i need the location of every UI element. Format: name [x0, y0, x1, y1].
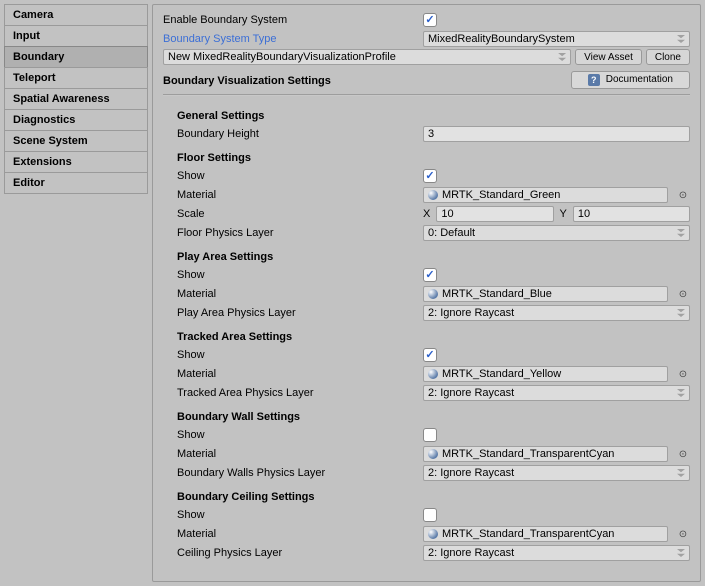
playarea-show-label: Show — [163, 269, 423, 281]
floor-scale-label: Scale — [163, 208, 423, 220]
wall-show-label: Show — [163, 429, 423, 441]
boundary-type-label[interactable]: Boundary System Type — [163, 33, 423, 45]
wall-material-value: MRTK_Standard_TransparentCyan — [442, 448, 614, 460]
floor-scale-y-input[interactable]: 10 — [573, 206, 690, 222]
enable-boundary-checkbox[interactable] — [423, 13, 437, 27]
floor-material-picker[interactable]: ⊙ — [676, 188, 690, 202]
ceiling-material-field[interactable]: MRTK_Standard_TransparentCyan — [423, 526, 668, 542]
ceiling-material-picker[interactable]: ⊙ — [676, 527, 690, 541]
help-icon: ? — [588, 74, 600, 86]
tracked-layer-dropdown[interactable]: 2: Ignore Raycast — [423, 385, 690, 401]
floor-material-value: MRTK_Standard_Green — [442, 189, 560, 201]
sidebar-item-boundary[interactable]: Boundary — [4, 46, 148, 67]
view-asset-button[interactable]: View Asset — [575, 49, 642, 65]
sidebar: Camera Input Boundary Teleport Spatial A… — [4, 4, 152, 582]
boundary-type-value: MixedRealityBoundarySystem — [428, 33, 575, 45]
floor-layer-label: Floor Physics Layer — [163, 227, 423, 239]
tracked-show-checkbox[interactable] — [423, 348, 437, 362]
ceiling-material-label: Material — [163, 528, 423, 540]
floor-scale-x-input[interactable]: 10 — [436, 206, 553, 222]
sidebar-item-diagnostics[interactable]: Diagnostics — [4, 109, 148, 130]
playarea-layer-label: Play Area Physics Layer — [163, 307, 423, 319]
ceiling-settings-header: Boundary Ceiling Settings — [163, 483, 690, 506]
wall-show-checkbox[interactable] — [423, 428, 437, 442]
tracked-material-field[interactable]: MRTK_Standard_Yellow — [423, 366, 668, 382]
clone-button[interactable]: Clone — [646, 49, 690, 65]
ceiling-layer-dropdown[interactable]: 2: Ignore Raycast — [423, 545, 690, 561]
general-settings-header: General Settings — [163, 102, 690, 125]
playarea-material-picker[interactable]: ⊙ — [676, 287, 690, 301]
playarea-material-field[interactable]: MRTK_Standard_Blue — [423, 286, 668, 302]
wall-layer-dropdown[interactable]: 2: Ignore Raycast — [423, 465, 690, 481]
floor-material-label: Material — [163, 189, 423, 201]
divider — [163, 94, 690, 96]
material-icon — [428, 369, 438, 379]
documentation-label: Documentation — [606, 74, 673, 85]
sidebar-item-editor[interactable]: Editor — [4, 172, 148, 194]
boundary-height-label: Boundary Height — [163, 128, 423, 140]
ceiling-show-label: Show — [163, 509, 423, 521]
sidebar-item-camera[interactable]: Camera — [4, 4, 148, 25]
main-panel: Enable Boundary System Boundary System T… — [152, 4, 701, 582]
material-icon — [428, 529, 438, 539]
playarea-show-checkbox[interactable] — [423, 268, 437, 282]
floor-show-checkbox[interactable] — [423, 169, 437, 183]
playarea-settings-header: Play Area Settings — [163, 243, 690, 266]
sidebar-item-input[interactable]: Input — [4, 25, 148, 46]
wall-material-picker[interactable]: ⊙ — [676, 447, 690, 461]
scale-y-label: Y — [560, 208, 567, 220]
wall-material-field[interactable]: MRTK_Standard_TransparentCyan — [423, 446, 668, 462]
tracked-material-value: MRTK_Standard_Yellow — [442, 368, 561, 380]
ceiling-layer-label: Ceiling Physics Layer — [163, 547, 423, 559]
floor-show-label: Show — [163, 170, 423, 182]
floor-layer-dropdown[interactable]: 0: Default — [423, 225, 690, 241]
tracked-material-picker[interactable]: ⊙ — [676, 367, 690, 381]
sidebar-item-extensions[interactable]: Extensions — [4, 151, 148, 172]
tracked-layer-label: Tracked Area Physics Layer — [163, 387, 423, 399]
sidebar-item-teleport[interactable]: Teleport — [4, 67, 148, 88]
tracked-material-label: Material — [163, 368, 423, 380]
ceiling-show-checkbox[interactable] — [423, 508, 437, 522]
wall-layer-label: Boundary Walls Physics Layer — [163, 467, 423, 479]
boundary-height-input[interactable]: 3 — [423, 126, 690, 142]
wall-material-label: Material — [163, 448, 423, 460]
scale-x-label: X — [423, 208, 430, 220]
tracked-show-label: Show — [163, 349, 423, 361]
playarea-material-value: MRTK_Standard_Blue — [442, 288, 552, 300]
tracked-settings-header: Tracked Area Settings — [163, 323, 690, 346]
ceiling-material-value: MRTK_Standard_TransparentCyan — [442, 528, 614, 540]
profile-dropdown[interactable]: New MixedRealityBoundaryVisualizationPro… — [163, 49, 571, 65]
playarea-material-label: Material — [163, 288, 423, 300]
documentation-button[interactable]: ? Documentation — [571, 71, 690, 89]
visualization-settings-title: Boundary Visualization Settings — [163, 69, 331, 90]
playarea-layer-dropdown[interactable]: 2: Ignore Raycast — [423, 305, 690, 321]
floor-material-field[interactable]: MRTK_Standard_Green — [423, 187, 668, 203]
sidebar-item-spatial-awareness[interactable]: Spatial Awareness — [4, 88, 148, 109]
boundary-type-dropdown[interactable]: MixedRealityBoundarySystem — [423, 31, 690, 47]
floor-settings-header: Floor Settings — [163, 144, 690, 167]
enable-boundary-label: Enable Boundary System — [163, 14, 423, 26]
material-icon — [428, 449, 438, 459]
material-icon — [428, 190, 438, 200]
wall-settings-header: Boundary Wall Settings — [163, 403, 690, 426]
material-icon — [428, 289, 438, 299]
profile-value: New MixedRealityBoundaryVisualizationPro… — [168, 51, 396, 63]
sidebar-item-scene-system[interactable]: Scene System — [4, 130, 148, 151]
